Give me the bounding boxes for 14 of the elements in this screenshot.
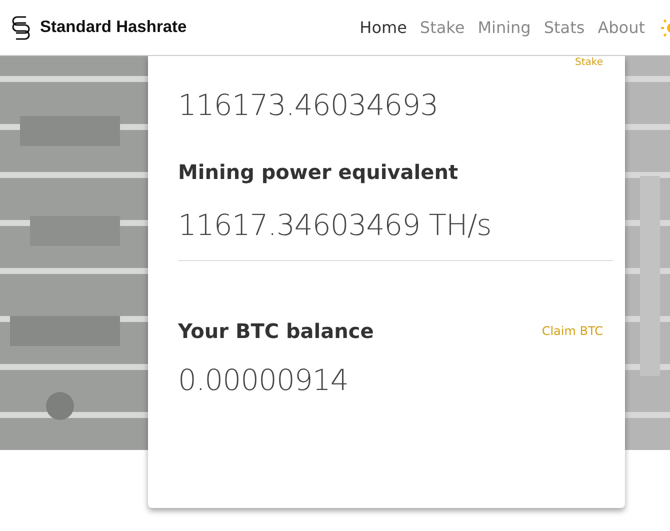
btc-balance-value: 0.00000914 [178,363,350,397]
logo-icon [10,14,32,42]
claim-link[interactable]: Claim BTC [542,324,603,338]
stake-link[interactable]: Stake [575,57,603,68]
nav-link[interactable]: Stake [420,18,465,37]
nav-link[interactable]: About [598,18,645,37]
section-title: Your BTC balance [178,319,374,343]
nav-link[interactable]: Home [360,18,407,37]
nav-link[interactable]: Stats [544,18,585,37]
nav-link[interactable]: Mining [478,18,531,37]
brand-name: Standard Hashrate [40,18,187,37]
stake-value: 116173.46034693 [178,88,440,122]
section-title: Mining power equivalent [178,160,460,184]
mining-power-value: 11617.34603469 TH/s [178,208,492,242]
